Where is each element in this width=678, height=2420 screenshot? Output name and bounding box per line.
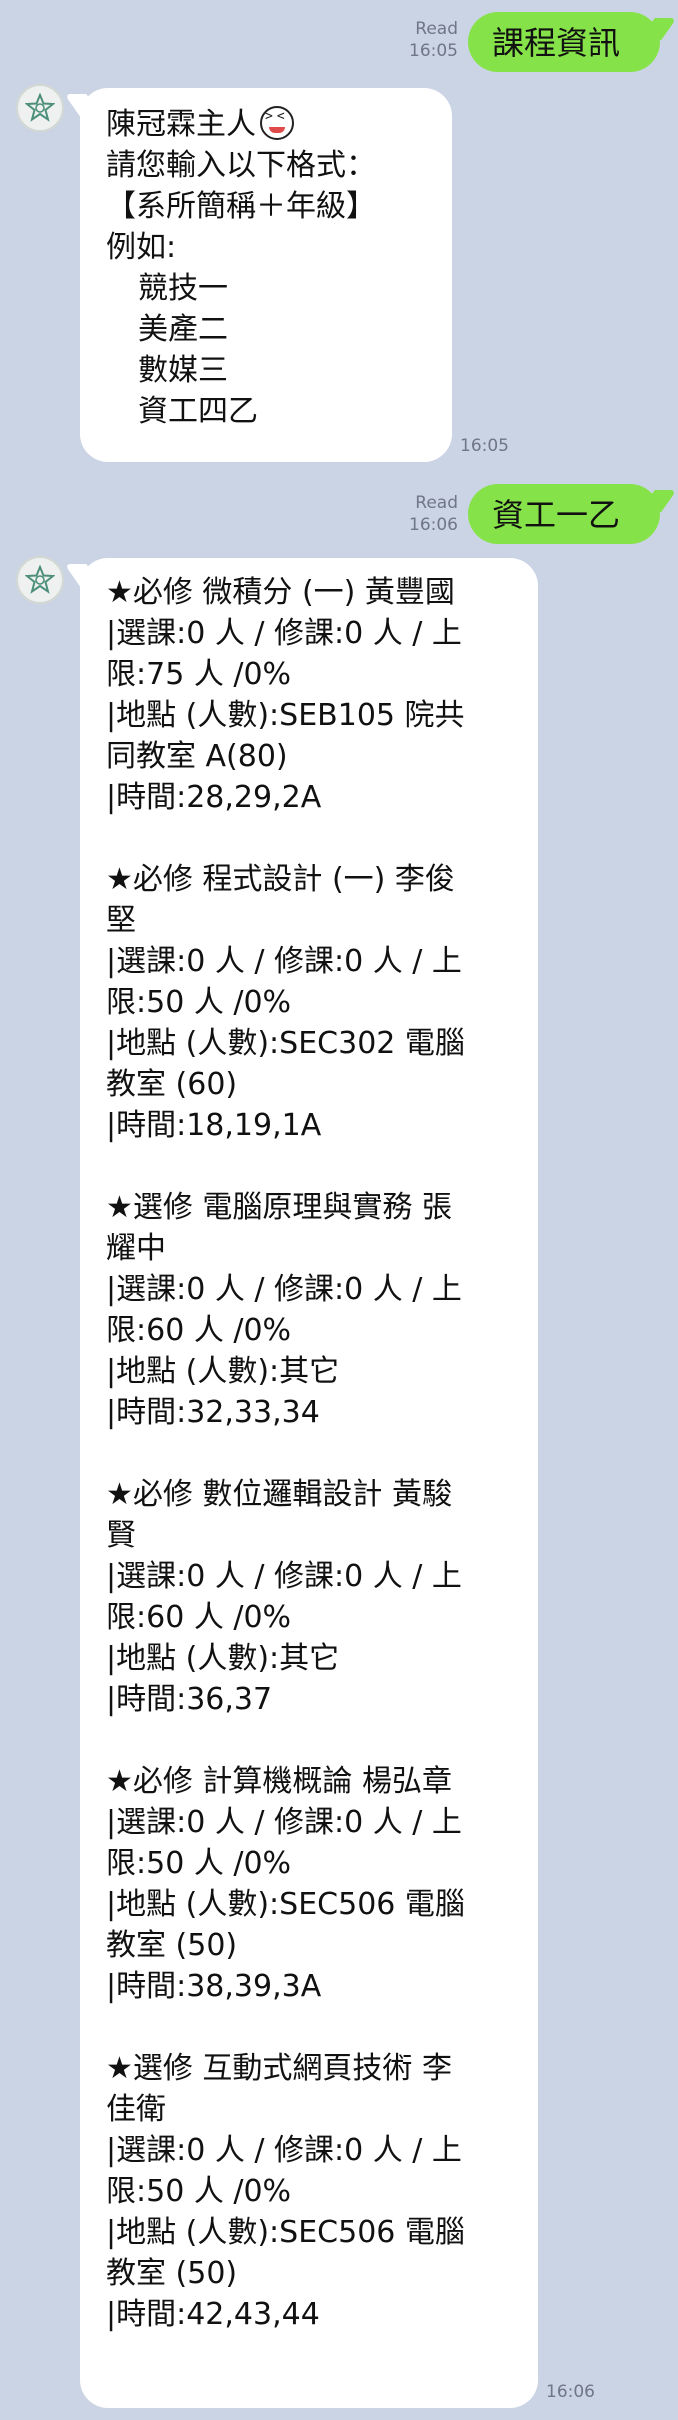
course-location: |地點 (人數):SEB105 院共 <box>106 698 465 733</box>
course-limit: 限:60 人 /0% <box>106 1600 292 1635</box>
example-item: 數媒三 <box>138 353 228 388</box>
read-receipt: Read 16:05 <box>409 18 458 62</box>
course-entry: ★選修 互動式網頁技術 李 佳衛 |選課:0 人 / 修課:0 人 / 上 限:… <box>106 2048 512 2335</box>
star-badge-icon <box>25 565 55 594</box>
incoming-message[interactable]: 陳冠霖主人 請您輸入以下格式： 【系所簡稱＋年級】 例如: 競技一 美產二 數媒… <box>64 88 452 462</box>
course-limit: 限:50 人 /0% <box>106 2174 292 2209</box>
outgoing-message[interactable]: 課程資訊 <box>468 12 677 72</box>
bubble-tail <box>639 18 677 40</box>
read-label: Read <box>415 493 458 513</box>
course-room: 教室 (50) <box>106 1928 238 1963</box>
message-time: 16:05 <box>409 41 458 61</box>
course-location: |地點 (人數):其它 <box>106 1354 340 1389</box>
course-title-cont: 堅 <box>106 903 136 938</box>
course-enrollment: |選課:0 人 / 修課:0 人 / 上 <box>106 944 462 979</box>
example-heading: 例如: <box>106 230 177 265</box>
course-limit: 限:50 人 /0% <box>106 1846 292 1881</box>
course-location: |地點 (人數):SEC302 電腦 <box>106 1026 465 1061</box>
course-time: |時間:36,37 <box>106 1682 273 1717</box>
course-time: |時間:32,33,34 <box>106 1395 320 1430</box>
format-text: 【系所簡稱＋年級】 <box>106 189 376 224</box>
course-enrollment: |選課:0 人 / 修課:0 人 / 上 <box>106 616 462 651</box>
course-enrollment: |選課:0 人 / 修課:0 人 / 上 <box>106 1559 462 1594</box>
bot-avatar-icon[interactable] <box>16 556 64 604</box>
course-entry: ★必修 微積分 (一) 黃豐國 |選課:0 人 / 修課:0 人 / 上 限:7… <box>106 572 512 818</box>
course-limit: 限:75 人 /0% <box>106 657 292 692</box>
course-enrollment: |選課:0 人 / 修課:0 人 / 上 <box>106 1272 462 1307</box>
outgoing-message[interactable]: 資工一乙 <box>468 484 677 544</box>
course-limit: 限:60 人 /0% <box>106 1313 292 1348</box>
course-time: |時間:42,43,44 <box>106 2297 320 2332</box>
message-text: 資工一乙 <box>492 496 621 534</box>
bubble-tail <box>639 490 677 512</box>
course-title-cont: 賢 <box>106 1518 136 1553</box>
example-item: 資工四乙 <box>138 394 258 429</box>
course-title: ★必修 微積分 (一) 黃豐國 <box>106 575 455 610</box>
bubble-tail <box>64 564 102 586</box>
course-title: ★選修 電腦原理與實務 張 <box>106 1190 452 1225</box>
course-title-cont: 佳衛 <box>106 2092 166 2127</box>
course-enrollment: |選課:0 人 / 修課:0 人 / 上 <box>106 2133 462 2168</box>
message-time: 16:05 <box>460 436 509 456</box>
star-badge-icon <box>25 93 55 122</box>
course-enrollment: |選課:0 人 / 修課:0 人 / 上 <box>106 1805 462 1840</box>
course-entry: ★選修 電腦原理與實務 張 耀中 |選課:0 人 / 修課:0 人 / 上 限:… <box>106 1187 512 1433</box>
bubble-tail <box>64 94 102 116</box>
course-title-cont: 耀中 <box>106 1231 166 1266</box>
course-entry: ★必修 程式設計 (一) 李俊 堅 |選課:0 人 / 修課:0 人 / 上 限… <box>106 859 512 1146</box>
course-time: |時間:38,39,3A <box>106 1969 322 2004</box>
message-time: 16:06 <box>546 2382 595 2402</box>
instruction-text: 請您輸入以下格式： <box>106 148 376 183</box>
course-limit: 限:50 人 /0% <box>106 985 292 1020</box>
course-title: ★必修 數位邏輯設計 黃駿 <box>106 1477 452 1512</box>
read-label: Read <box>415 19 458 39</box>
read-receipt: Read 16:06 <box>409 492 458 536</box>
course-title: ★必修 計算機概論 楊弘章 <box>106 1764 452 1799</box>
course-room: 教室 (60) <box>106 1067 238 1102</box>
course-time: |時間:18,19,1A <box>106 1108 322 1143</box>
course-room: 教室 (50) <box>106 2256 238 2291</box>
course-title: ★必修 程式設計 (一) 李俊 <box>106 862 455 897</box>
example-item: 競技一 <box>138 271 228 306</box>
message-text: 課程資訊 <box>492 24 621 62</box>
course-entry: ★必修 計算機概論 楊弘章 |選課:0 人 / 修課:0 人 / 上 限:50 … <box>106 1761 512 2007</box>
course-entry: ★必修 數位邏輯設計 黃駿 賢 |選課:0 人 / 修課:0 人 / 上 限:6… <box>106 1474 512 1720</box>
course-location: |地點 (人數):SEC506 電腦 <box>106 2215 465 2250</box>
greeting-text: 陳冠霖主人 <box>106 107 256 142</box>
message-time: 16:06 <box>409 515 458 535</box>
course-list-message[interactable]: ★必修 微積分 (一) 黃豐國 |選課:0 人 / 修課:0 人 / 上 限:7… <box>64 558 538 2408</box>
chat-area[interactable]: Read 16:05 課程資訊 陳冠霖主人 請您輸入以下格式： 【系所簡稱＋年級… <box>0 0 678 2420</box>
course-room: 同教室 A(80) <box>106 739 288 774</box>
course-title: ★選修 互動式網頁技術 李 <box>106 2051 452 2086</box>
bot-avatar-icon[interactable] <box>16 84 64 132</box>
laughing-face-emoji <box>260 106 294 140</box>
course-time: |時間:28,29,2A <box>106 780 322 815</box>
course-location: |地點 (人數):SEC506 電腦 <box>106 1887 465 1922</box>
course-location: |地點 (人數):其它 <box>106 1641 340 1676</box>
example-item: 美產二 <box>138 312 228 347</box>
